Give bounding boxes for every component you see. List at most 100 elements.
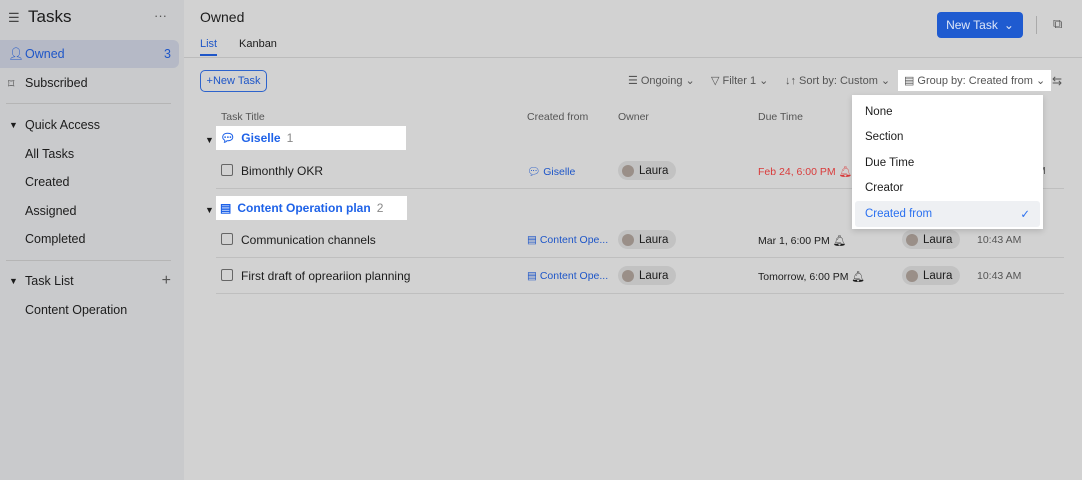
- tab-list[interactable]: List: [200, 38, 217, 50]
- caret-down-icon: ▼: [9, 120, 18, 130]
- group-by-menu: None Section Due Time Creator Created fr…: [852, 95, 1043, 229]
- check-icon: ✓: [1020, 208, 1030, 221]
- bell-icon: 🔔︎: [851, 271, 865, 283]
- quick-access-header[interactable]: ▼ Quick Access: [0, 111, 179, 139]
- chevron-down-icon: ⌄: [759, 75, 769, 87]
- active-tab-indicator: [200, 54, 217, 56]
- new-task-button[interactable]: + New Task: [200, 70, 267, 92]
- group-icon: ▤: [904, 75, 915, 87]
- group-by-button[interactable]: ▤ Group by: Created from ⌄: [898, 70, 1052, 91]
- divider: [1036, 16, 1037, 34]
- menu-item-created-from[interactable]: Created from ✓: [855, 201, 1040, 227]
- column-header-due-time: Due Time: [758, 111, 803, 123]
- group-name: Content Operation plan: [237, 201, 371, 215]
- chevron-down-icon: ⌄: [1035, 75, 1046, 87]
- sidebar-item-subscribed[interactable]: ⌑ Subscribed: [0, 69, 179, 97]
- task-list-header[interactable]: ▼ Task List +: [0, 267, 179, 295]
- sort-button[interactable]: ↓↑ Sort by: Custom ⌄: [785, 74, 891, 88]
- task-title[interactable]: Bimonthly OKR: [241, 164, 323, 178]
- menu-item-section[interactable]: Section: [855, 125, 1040, 151]
- sidebar-item-assigned[interactable]: Assigned: [0, 197, 179, 225]
- task-checkbox[interactable]: [221, 269, 233, 281]
- owner-name: Laura: [639, 233, 669, 246]
- bell-icon: 🔔︎: [838, 166, 852, 178]
- table-row[interactable]: First draft of opreariion planning ▤ Con…: [216, 257, 1064, 294]
- column-header-title: Task Title: [221, 111, 265, 123]
- divider: [184, 57, 1082, 58]
- menu-item-creator[interactable]: Creator: [855, 176, 1040, 202]
- sidebar: ☰ Tasks ··· 👤︎ Owned 3 ⌑ Subscribed ▼ Qu…: [0, 0, 184, 480]
- caret-down-icon[interactable]: ▼: [205, 205, 214, 215]
- chevron-down-icon: ⌄: [1003, 18, 1014, 32]
- task-checkbox[interactable]: [221, 164, 233, 176]
- caret-down-icon: ▼: [9, 276, 18, 286]
- task-title[interactable]: First draft of opreariion planning: [241, 269, 410, 283]
- menu-item-label: Due Time: [865, 156, 915, 169]
- page-title: Owned: [200, 9, 245, 25]
- chevron-down-icon: ⌄: [685, 75, 695, 87]
- created-from-link[interactable]: ▤ Content Ope...: [527, 270, 608, 282]
- creator-chip[interactable]: Laura: [902, 266, 961, 285]
- new-task-primary-button[interactable]: New Task ⌄: [937, 12, 1023, 38]
- owner-chip[interactable]: Laura: [618, 266, 677, 285]
- ongoing-filter[interactable]: ☰ Ongoing ⌄: [628, 74, 695, 88]
- task-checkbox[interactable]: [221, 233, 233, 245]
- sidebar-item-label: Assigned: [25, 204, 77, 218]
- task-title[interactable]: Communication channels: [241, 233, 376, 247]
- owner-name: Laura: [639, 164, 669, 177]
- collapse-sidebar-icon[interactable]: ☰: [8, 10, 20, 26]
- document-icon: ▤: [220, 201, 232, 215]
- menu-item-label: Creator: [865, 182, 904, 195]
- due-time[interactable]: Mar 1, 6:00 PM 🔔︎: [758, 234, 846, 247]
- sidebar-item-label: Subscribed: [25, 76, 88, 90]
- sidebar-item-created[interactable]: Created: [0, 168, 179, 196]
- settings-sliders-icon[interactable]: ⇆: [1052, 74, 1062, 88]
- open-window-icon[interactable]: ⧉: [1053, 16, 1062, 32]
- due-label: Tomorrow, 6:00 PM: [758, 271, 849, 283]
- column-header-created-from: Created from: [527, 111, 589, 123]
- due-time[interactable]: Tomorrow, 6:00 PM 🔔︎: [758, 270, 865, 283]
- column-header-owner: Owner: [618, 111, 649, 123]
- group-header-giselle[interactable]: 💬︎ Giselle 1: [216, 126, 406, 150]
- menu-item-none[interactable]: None: [855, 99, 1040, 125]
- owner-chip[interactable]: Laura: [618, 161, 677, 180]
- created-from-link[interactable]: ▤ Content Ope...: [527, 234, 608, 246]
- person-icon: 👤︎: [8, 46, 24, 61]
- button-label: Filter 1: [722, 74, 757, 87]
- tab-kanban[interactable]: Kanban: [239, 38, 277, 50]
- divider: [6, 260, 171, 261]
- menu-item-due-time[interactable]: Due Time: [855, 150, 1040, 176]
- created-from-link[interactable]: 💬︎ Giselle: [527, 165, 575, 178]
- more-icon[interactable]: ···: [154, 8, 167, 23]
- due-time[interactable]: Feb 24, 6:00 PM 🔔︎: [758, 165, 852, 178]
- menu-item-label: None: [865, 105, 893, 118]
- divider: [6, 103, 171, 104]
- sidebar-item-content-operation[interactable]: Content Operation: [0, 296, 179, 324]
- due-label: Feb 24, 6:00 PM: [758, 166, 836, 178]
- button-label: Group by: Created from: [917, 74, 1033, 87]
- group-header-content-operation[interactable]: ▤ Content Operation plan 2: [216, 196, 407, 220]
- owner-chip[interactable]: Laura: [618, 230, 677, 249]
- caret-down-icon[interactable]: ▼: [205, 135, 214, 145]
- avatar: [622, 233, 634, 246]
- sidebar-item-all-tasks[interactable]: All Tasks: [0, 140, 179, 168]
- sidebar-item-owned[interactable]: 👤︎ Owned 3: [0, 40, 179, 68]
- avatar: [906, 269, 918, 282]
- created-time: 10:43 AM: [977, 270, 1022, 282]
- add-list-icon[interactable]: +: [162, 272, 171, 290]
- creator-chip[interactable]: Laura: [902, 230, 961, 249]
- created-time: 10:43 AM: [977, 234, 1022, 246]
- bell-icon: 🔔︎: [832, 235, 847, 247]
- group-count: 2: [376, 201, 384, 215]
- button-label: New Task: [212, 75, 261, 87]
- button-label: New Task: [946, 18, 998, 32]
- creator-name: Laura: [923, 269, 953, 282]
- chevron-down-icon: ⌄: [880, 75, 891, 87]
- button-label: Sort by: Custom: [799, 74, 878, 87]
- filter-button[interactable]: ▽ Filter 1 ⌄: [711, 74, 769, 88]
- section-label: Quick Access: [25, 118, 101, 132]
- sidebar-item-completed[interactable]: Completed: [0, 225, 179, 253]
- bookmark-icon: ⌑: [8, 76, 15, 91]
- avatar: [622, 269, 634, 282]
- sidebar-item-label: Completed: [25, 232, 86, 246]
